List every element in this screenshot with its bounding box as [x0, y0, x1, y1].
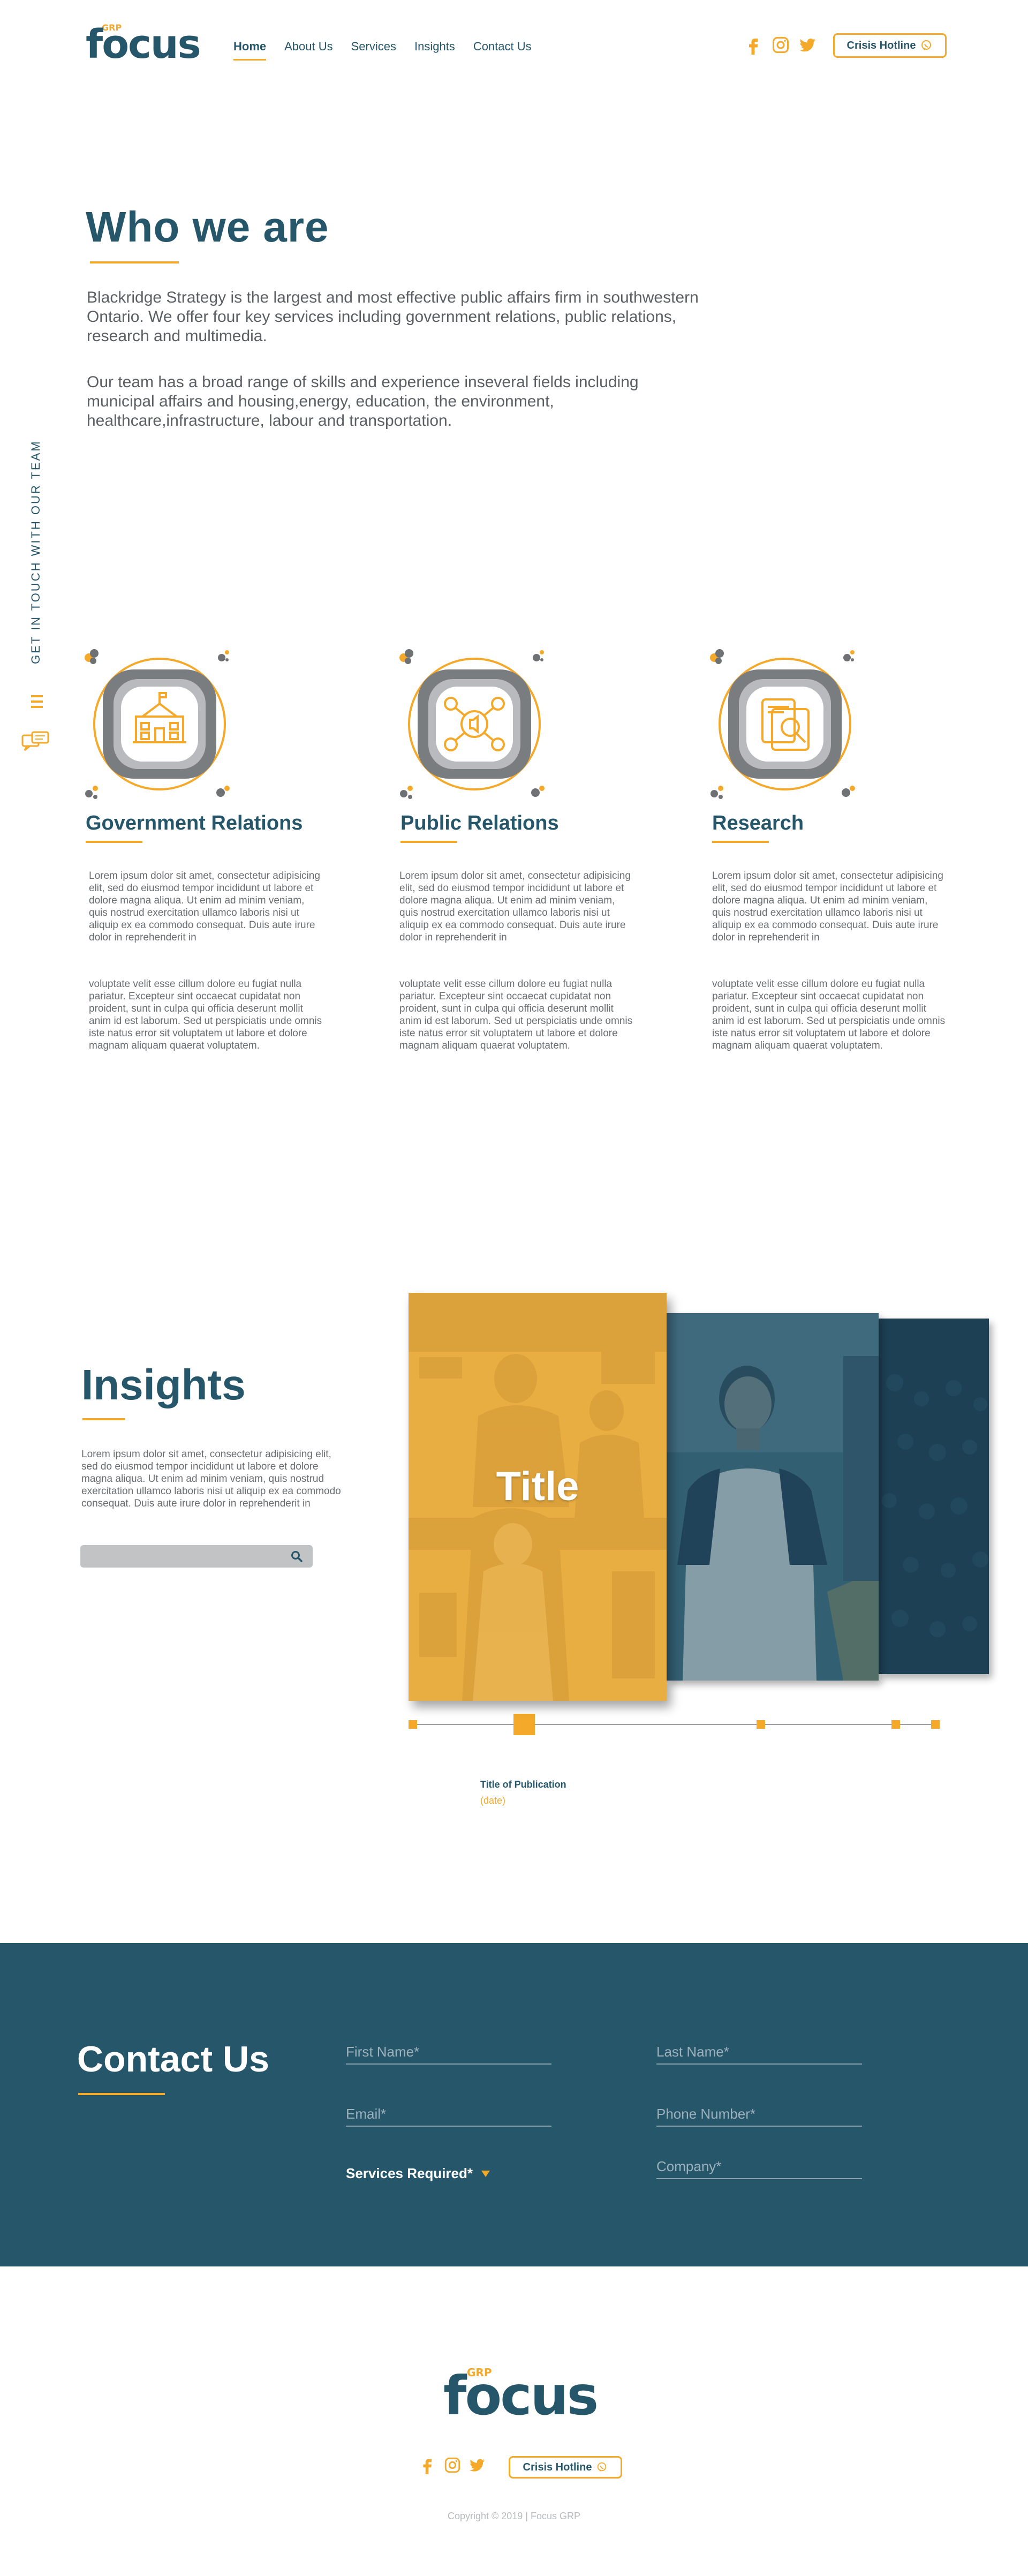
side-chat-icon[interactable] — [21, 731, 51, 755]
insights-text: Lorem ipsum dolor sit amet, consectetur … — [81, 1449, 341, 1509]
service-text-2: voluptate velit esse cillum dolore eu fu… — [399, 978, 633, 1051]
nav-contact-us[interactable]: Contact Us — [473, 40, 532, 61]
footer-logo[interactable]: GRP focus — [443, 2366, 599, 2423]
service-title-government-relations: Government Relations — [86, 812, 303, 834]
first-name-field — [346, 2044, 551, 2065]
crisis-hotline-label: Crisis Hotline — [846, 39, 916, 51]
publication-title[interactable]: Title of Publication — [480, 1779, 566, 1790]
footer-social-links — [419, 2456, 486, 2474]
facebook-icon[interactable] — [419, 2456, 437, 2474]
timeline-track — [412, 1724, 936, 1725]
timeline-point[interactable] — [757, 1720, 765, 1729]
search-icon[interactable] — [290, 1550, 303, 1563]
timeline-point[interactable] — [891, 1720, 900, 1729]
timeline-point-active[interactable] — [513, 1714, 535, 1735]
contact-section — [0, 1943, 1028, 2266]
footer-logo-wordmark: focus — [443, 2364, 599, 2427]
footer-crisis-hotline-button[interactable]: Crisis Hotline — [509, 2456, 622, 2479]
chat-bubble-icon — [920, 39, 933, 52]
about-heading-underline — [90, 261, 179, 263]
service-underline — [400, 841, 457, 843]
service-underline — [86, 841, 142, 843]
instagram-icon[interactable] — [771, 35, 790, 55]
email-field — [346, 2106, 551, 2127]
copyright-text: Copyright © 2019 | Focus GRP — [447, 2511, 581, 2521]
services-required-select[interactable]: Services Required* — [346, 2165, 490, 2182]
contact-heading: Contact Us — [77, 2039, 269, 2080]
timeline-point[interactable] — [409, 1720, 417, 1729]
header-social-links — [744, 35, 817, 55]
insights-heading: Insights — [81, 1361, 246, 1408]
about-heading: Who we are — [86, 203, 329, 251]
insights-search-bar — [80, 1545, 313, 1568]
twitter-icon[interactable] — [468, 2456, 486, 2474]
chevron-down-icon — [481, 2170, 490, 2177]
publication-date: (date) — [480, 1795, 506, 1806]
about-paragraph-1: Blackridge Strategy is the largest and m… — [87, 289, 699, 345]
side-menu-icon[interactable] — [31, 695, 43, 711]
nav-home[interactable]: Home — [233, 40, 267, 61]
crisis-hotline-button[interactable]: Crisis Hotline — [833, 33, 947, 58]
publication-card-back[interactable] — [879, 1319, 989, 1674]
phone-input[interactable] — [656, 2106, 862, 2126]
about-paragraph-2: Our team has a broad range of skills and… — [87, 373, 639, 430]
service-text-1: Lorem ipsum dolor sit amet, consectetur … — [89, 870, 320, 943]
public-relations-icon — [395, 648, 556, 809]
publication-card-middle[interactable] — [667, 1313, 879, 1681]
twitter-icon[interactable] — [798, 35, 817, 55]
first-name-input[interactable] — [346, 2044, 551, 2063]
facebook-icon[interactable] — [744, 35, 764, 55]
insights-heading-underline — [82, 1418, 125, 1420]
service-title-research: Research — [712, 812, 804, 834]
footer-crisis-hotline-label: Crisis Hotline — [523, 2461, 592, 2473]
phone-field — [656, 2106, 862, 2127]
nav-insights[interactable]: Insights — [414, 40, 455, 61]
publication-card-featured[interactable]: Title — [409, 1293, 667, 1701]
timeline-point[interactable] — [931, 1720, 940, 1729]
publication-card-title: Title — [496, 1464, 579, 1509]
chat-bubble-icon — [596, 2461, 608, 2473]
instagram-icon[interactable] — [443, 2456, 462, 2474]
nav-services[interactable]: Services — [351, 40, 396, 61]
last-name-field — [656, 2044, 862, 2065]
service-title-public-relations: Public Relations — [400, 812, 559, 834]
email-input[interactable] — [346, 2106, 551, 2126]
services-required-label: Services Required* — [346, 2165, 473, 2181]
service-text-2: voluptate velit esse cillum dolore eu fu… — [89, 978, 322, 1051]
get-in-touch-side-tab[interactable]: GET IN TOUCH WITH OUR TEAM — [29, 440, 43, 664]
government-relations-icon — [80, 648, 241, 809]
last-name-input[interactable] — [656, 2044, 862, 2063]
contact-heading-underline — [78, 2093, 165, 2095]
main-nav: Home About Us Services Insights Contact … — [233, 40, 532, 61]
research-icon — [706, 648, 866, 809]
company-input[interactable] — [656, 2158, 862, 2178]
insights-search-input[interactable] — [88, 1548, 281, 1564]
company-field — [656, 2158, 862, 2179]
service-text-1: Lorem ipsum dolor sit amet, consectetur … — [712, 870, 943, 943]
logo-wordmark: focus — [86, 21, 201, 67]
publication-timeline — [409, 1714, 940, 1735]
service-underline — [712, 841, 769, 843]
service-text-2: voluptate velit esse cillum dolore eu fu… — [712, 978, 946, 1051]
nav-about-us[interactable]: About Us — [284, 40, 333, 61]
service-text-1: Lorem ipsum dolor sit amet, consectetur … — [399, 870, 631, 943]
